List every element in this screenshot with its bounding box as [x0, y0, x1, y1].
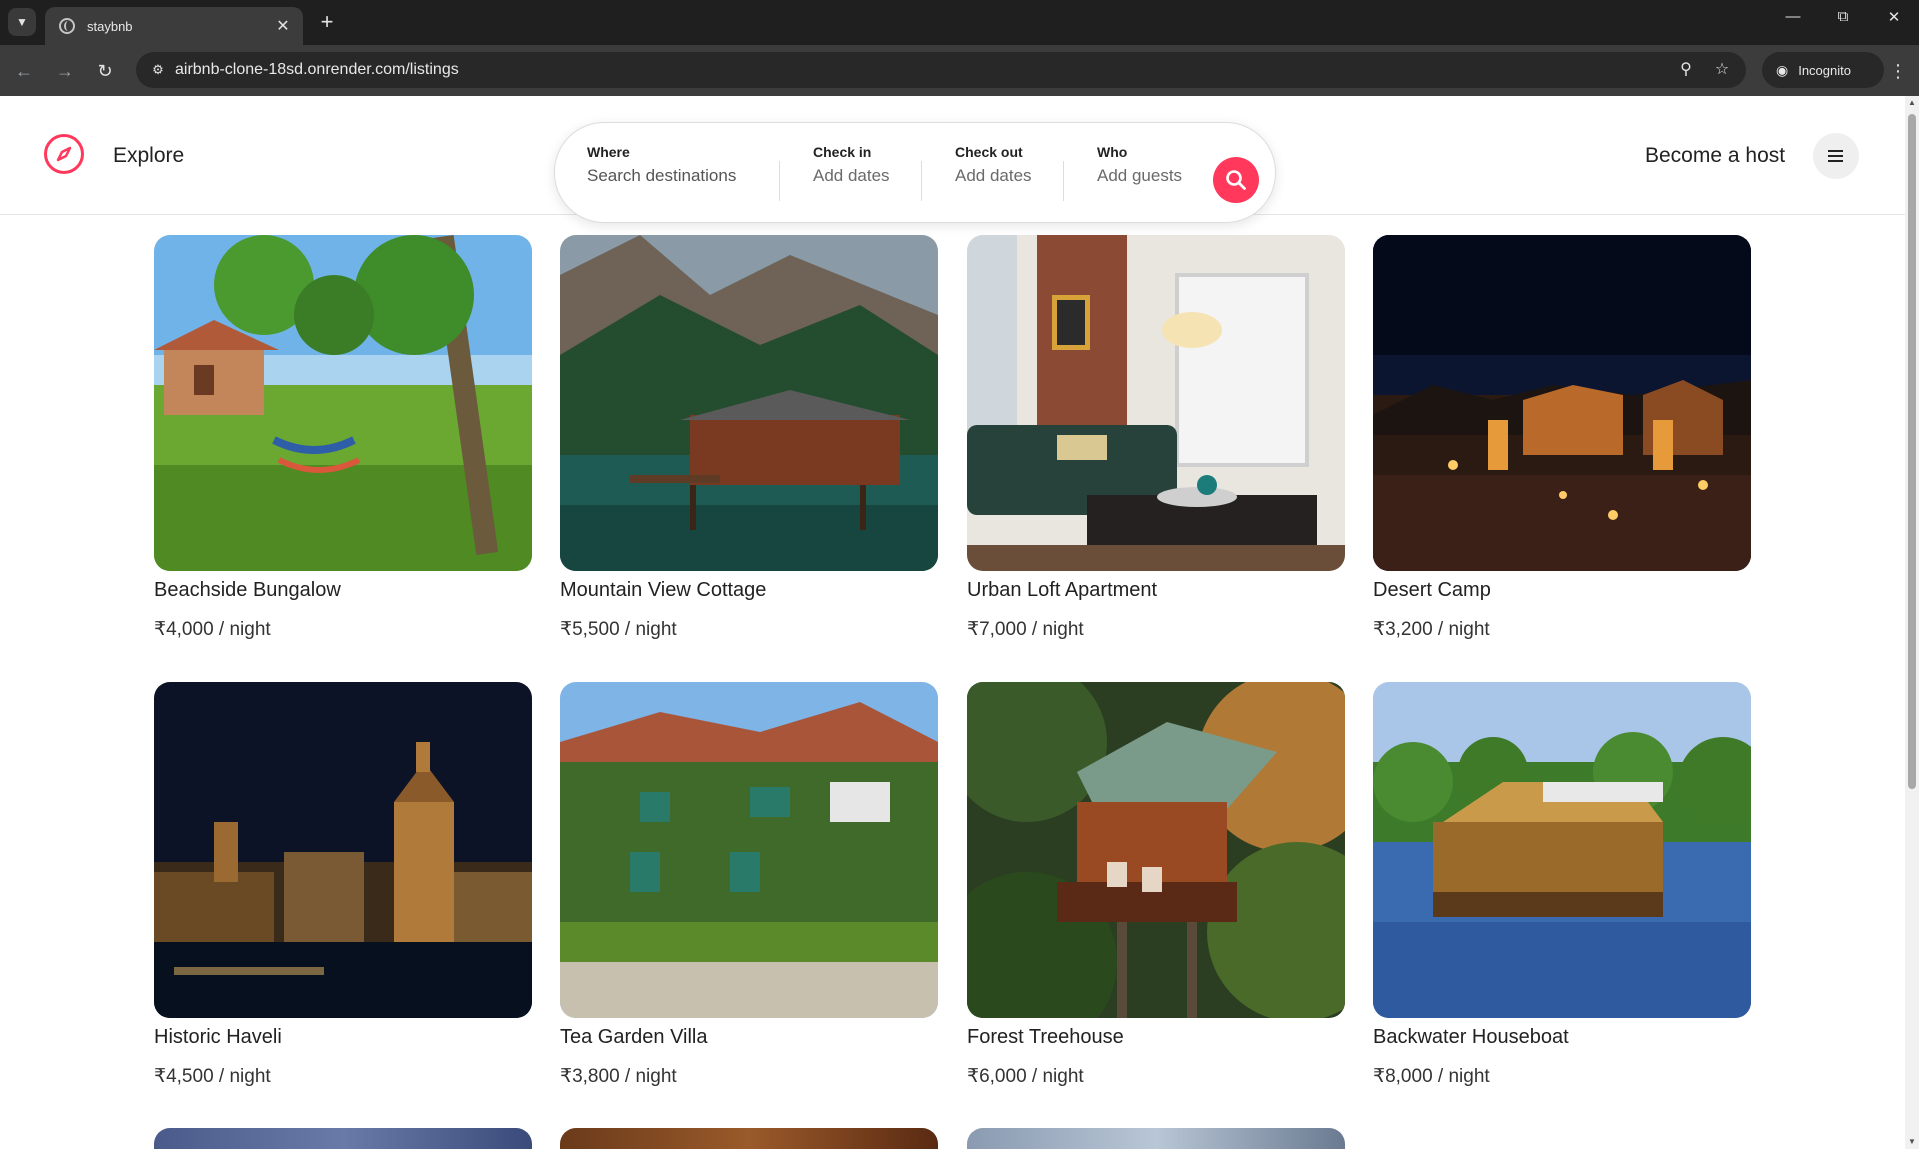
- listing-price: ₹3,200 / night: [1373, 619, 1490, 640]
- minimize-icon[interactable]: —: [1778, 8, 1808, 25]
- browser-chrome: ▼ staybnb ✕ + — ⧉ ✕ ← → ↻ ⚙ airbnb-clone…: [0, 0, 1919, 96]
- site-header: Explore Where Search destinations Check …: [0, 96, 1905, 223]
- incognito-label: Incognito: [1798, 62, 1851, 78]
- listing-price: ₹4,000 / night: [154, 619, 271, 640]
- listing-price: ₹6,000 / night: [967, 1066, 1084, 1087]
- reload-icon[interactable]: ↻: [91, 57, 119, 85]
- listing-image-partial[interactable]: [154, 1128, 532, 1149]
- listing-image-desert[interactable]: [1373, 235, 1751, 571]
- who-label: Who: [1097, 144, 1128, 160]
- page-viewport: Explore Where Search destinations Check …: [0, 96, 1919, 1149]
- listing-card[interactable]: Historic Haveli ₹4,500 / night: [154, 682, 532, 1088]
- listing-title[interactable]: Forest Treehouse: [967, 1026, 1345, 1049]
- search-button[interactable]: [1213, 157, 1259, 203]
- where-label: Where: [587, 144, 630, 160]
- scroll-down-icon[interactable]: ▼: [1908, 1138, 1916, 1146]
- restore-icon[interactable]: ⧉: [1828, 8, 1858, 25]
- listing-card[interactable]: Mountain View Cottage ₹5,500 / night: [560, 235, 938, 641]
- new-tab-icon[interactable]: +: [313, 9, 341, 37]
- where-field[interactable]: Where Search destinations: [587, 144, 736, 186]
- hamburger-menu-button[interactable]: [1813, 133, 1859, 179]
- listing-image-partial[interactable]: [967, 1128, 1345, 1149]
- listing-price: ₹5,500 / night: [560, 619, 677, 640]
- browser-tab[interactable]: staybnb ✕: [45, 7, 303, 45]
- listing-image-houseboat[interactable]: [1373, 682, 1751, 1018]
- listing-price: ₹4,500 / night: [154, 1066, 271, 1087]
- scroll-thumb[interactable]: [1908, 114, 1916, 789]
- listing-image-haveli[interactable]: [154, 682, 532, 1018]
- tab-strip: ▼ staybnb ✕ + — ⧉ ✕: [0, 0, 1919, 45]
- explore-link[interactable]: Explore: [113, 144, 184, 168]
- search-divider: [779, 161, 780, 201]
- listing-image-treehouse[interactable]: [967, 682, 1345, 1018]
- incognito-icon: ◉: [1776, 61, 1789, 78]
- listing-image-partial[interactable]: [560, 1128, 938, 1149]
- listing-image-mountain[interactable]: [560, 235, 938, 571]
- listing-card[interactable]: Backwater Houseboat ₹8,000 / night: [1373, 682, 1751, 1088]
- listing-card[interactable]: Beachside Bungalow ₹4,000 / night: [154, 235, 532, 641]
- search-divider: [921, 161, 922, 201]
- hamburger-line: [1828, 150, 1843, 152]
- browser-menu-icon[interactable]: ⋮: [1886, 57, 1910, 85]
- forward-icon[interactable]: →: [51, 57, 79, 85]
- checkout-field[interactable]: Check out Add dates: [955, 144, 1032, 186]
- listing-price: ₹7,000 / night: [967, 619, 1084, 640]
- close-tab-icon[interactable]: ✕: [273, 16, 293, 36]
- listing-title[interactable]: Urban Loft Apartment: [967, 579, 1345, 602]
- listing-price: ₹8,000 / night: [1373, 1066, 1490, 1087]
- search-divider: [1063, 161, 1064, 201]
- address-bar[interactable]: ⚙ airbnb-clone-18sd.onrender.com/listing…: [136, 52, 1746, 88]
- bookmark-star-icon[interactable]: ☆: [1710, 58, 1734, 82]
- hamburger-line: [1828, 155, 1843, 157]
- back-icon[interactable]: ←: [10, 57, 38, 85]
- where-input[interactable]: Search destinations: [587, 166, 736, 186]
- listing-title[interactable]: Historic Haveli: [154, 1026, 532, 1049]
- site-info-icon[interactable]: ⚙: [146, 58, 170, 82]
- checkin-value: Add dates: [813, 166, 890, 185]
- close-window-icon[interactable]: ✕: [1879, 8, 1909, 26]
- hamburger-line: [1828, 160, 1843, 162]
- globe-icon: [59, 18, 75, 34]
- search-bar[interactable]: Where Search destinations Check in Add d…: [554, 122, 1276, 223]
- listing-card[interactable]: Desert Camp ₹3,200 / night: [1373, 235, 1751, 641]
- scroll-up-icon[interactable]: ▲: [1908, 99, 1916, 107]
- url-text[interactable]: airbnb-clone-18sd.onrender.com/listings: [175, 61, 459, 79]
- listing-image-villa[interactable]: [560, 682, 938, 1018]
- checkin-field[interactable]: Check in Add dates: [813, 144, 890, 186]
- page-scrollbar[interactable]: ▲ ▼: [1905, 96, 1919, 1149]
- who-value: Add guests: [1097, 166, 1183, 185]
- listing-image-beach[interactable]: [154, 235, 532, 571]
- listing-title[interactable]: Mountain View Cottage: [560, 579, 938, 602]
- listing-image-loft[interactable]: [967, 235, 1345, 571]
- browser-toolbar: ← → ↻ ⚙ airbnb-clone-18sd.onrender.com/l…: [0, 45, 1919, 96]
- listing-title[interactable]: Backwater Houseboat: [1373, 1026, 1751, 1049]
- checkout-value: Add dates: [955, 166, 1032, 185]
- listing-title[interactable]: Tea Garden Villa: [560, 1026, 938, 1049]
- checkin-label: Check in: [813, 144, 872, 160]
- listing-card[interactable]: Urban Loft Apartment ₹7,000 / night: [967, 235, 1345, 641]
- listing-price: ₹3,800 / night: [560, 1066, 677, 1087]
- compass-logo-icon[interactable]: [44, 134, 84, 174]
- become-host-link[interactable]: Become a host: [1645, 144, 1785, 168]
- listing-title[interactable]: Beachside Bungalow: [154, 579, 532, 602]
- listing-card[interactable]: Tea Garden Villa ₹3,800 / night: [560, 682, 938, 1088]
- who-field[interactable]: Who Add guests: [1097, 144, 1182, 186]
- checkout-label: Check out: [955, 144, 1023, 160]
- tab-search-icon[interactable]: ▼: [8, 8, 36, 36]
- incognito-badge[interactable]: ◉ Incognito: [1762, 52, 1884, 88]
- zoom-icon[interactable]: ⚲: [1674, 58, 1698, 82]
- search-icon: [1226, 170, 1246, 190]
- listing-card[interactable]: Forest Treehouse ₹6,000 / night: [967, 682, 1345, 1088]
- tab-title: staybnb: [87, 18, 133, 34]
- listing-title[interactable]: Desert Camp: [1373, 579, 1751, 602]
